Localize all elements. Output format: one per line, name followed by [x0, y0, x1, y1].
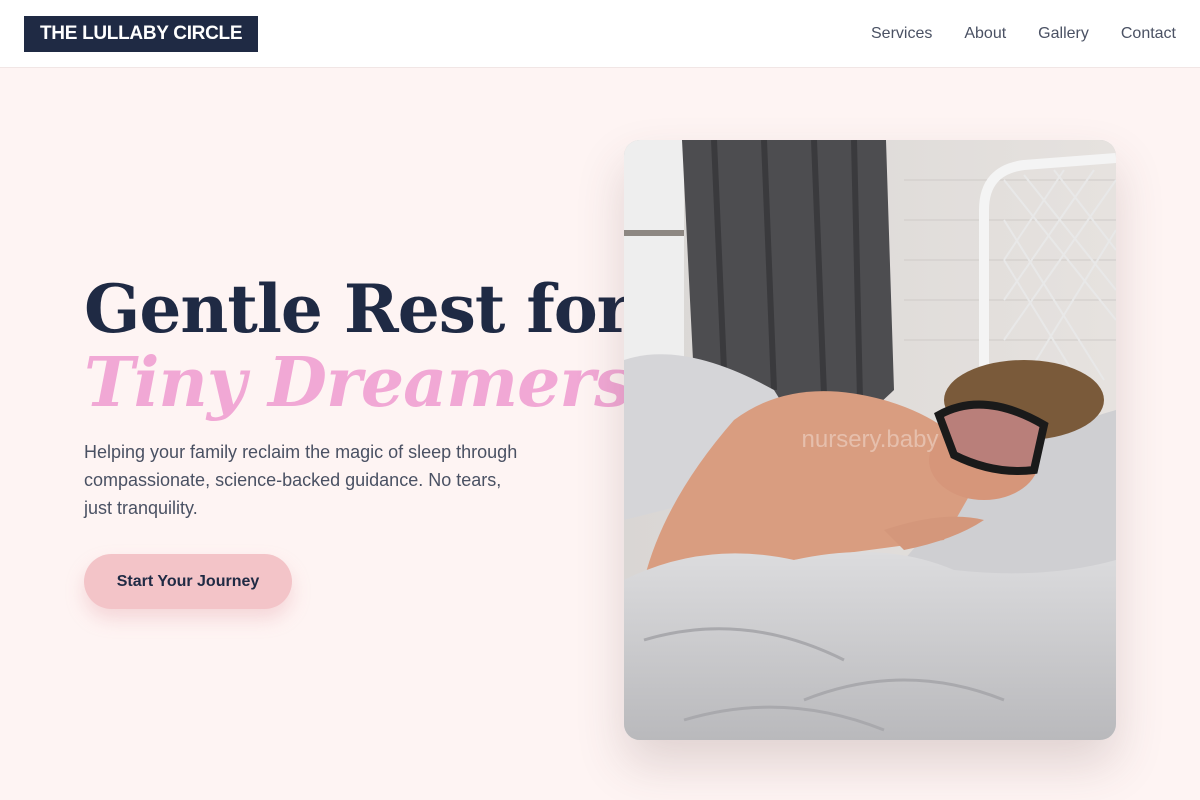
nav-link-about[interactable]: About — [964, 25, 1006, 43]
logo[interactable]: THE LULLABY CIRCLE — [24, 16, 259, 52]
photo-watermark: nursery.baby — [801, 426, 939, 453]
main-nav: Services About Gallery Contact — [871, 0, 1176, 68]
nav-link-contact[interactable]: Contact — [1121, 25, 1176, 43]
nav-link-gallery[interactable]: Gallery — [1038, 25, 1089, 43]
headline-line-2: Tiny Dreamers. — [84, 343, 655, 423]
hero-subtext: Helping your family reclaim the magic of… — [84, 442, 518, 518]
start-journey-button[interactable]: Start Your Journey — [84, 554, 292, 609]
headline-line-1: Gentle Rest for — [84, 270, 632, 348]
hero-photo: nursery.baby — [624, 140, 1116, 740]
hero-headline: Gentle Rest for Tiny Dreamers. — [84, 270, 655, 423]
site-header: THE LULLABY CIRCLE Services About Galler… — [0, 0, 1200, 68]
nav-link-services[interactable]: Services — [871, 25, 932, 43]
